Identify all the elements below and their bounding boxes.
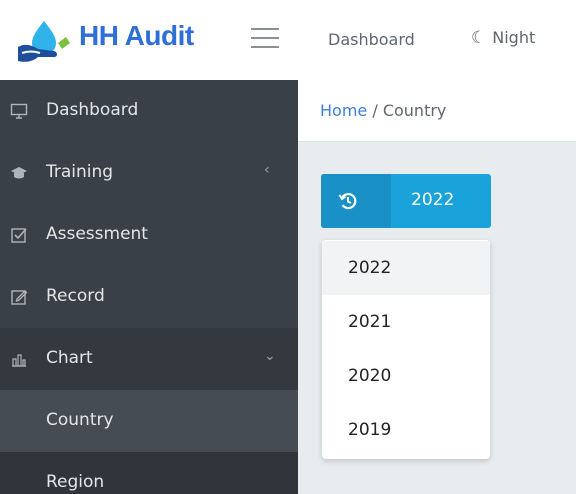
sidebar-item-label: Assessment — [46, 224, 148, 244]
sidebar-item-training[interactable]: Training ‹ — [0, 142, 298, 204]
year-option-label: 2021 — [348, 312, 392, 332]
breadcrumb-bar: Home / Country — [298, 80, 576, 142]
sidebar-item-dashboard[interactable]: Dashboard — [0, 80, 298, 142]
year-select-value: 2022 — [411, 190, 455, 210]
logo-icon — [18, 21, 70, 62]
breadcrumb: Home / Country — [320, 101, 446, 120]
sidebar-item-label: Training — [46, 162, 114, 182]
breadcrumb-current: Country — [382, 101, 447, 120]
history-icon — [338, 193, 357, 210]
history-icon-box — [321, 174, 391, 228]
year-option[interactable]: 2021 — [322, 295, 490, 349]
year-dropdown: 2022 2021 2020 2019 — [322, 240, 490, 459]
sidebar-item-assessment[interactable]: Assessment — [0, 204, 298, 266]
night-mode-toggle[interactable]: ☾ Night — [471, 28, 535, 48]
top-bar: HH Audit Dashboard ☾ Night — [0, 0, 576, 80]
night-label: Night — [492, 28, 536, 47]
sidebar-subitem-country[interactable]: Country — [0, 390, 298, 452]
graduation-cap-icon — [11, 167, 27, 179]
year-option[interactable]: 2019 — [322, 403, 490, 457]
sidebar: Dashboard Training ‹ Assessment Record C… — [0, 80, 298, 494]
sidebar-item-chart[interactable]: Chart ⌄ — [0, 328, 298, 390]
sidebar-subitem-label: Country — [46, 410, 114, 430]
chevron-down-icon: ⌄ — [264, 348, 276, 364]
year-option-label: 2022 — [348, 258, 392, 278]
sidebar-subitem-label: Region — [46, 472, 105, 492]
sidebar-item-label: Record — [46, 286, 105, 306]
topnav-dashboard-link[interactable]: Dashboard — [328, 30, 415, 49]
year-option[interactable]: 2022 — [322, 241, 490, 295]
brand-name: HH Audit — [79, 20, 194, 51]
breadcrumb-separator: / — [372, 101, 378, 120]
sidebar-subitem-region[interactable]: Region — [0, 452, 298, 494]
moon-icon: ☾ — [471, 28, 487, 48]
bar-chart-icon — [12, 354, 26, 367]
monitor-icon — [10, 103, 28, 119]
year-option-label: 2020 — [348, 366, 392, 386]
sidebar-item-label: Chart — [46, 348, 93, 368]
edit-icon — [11, 290, 28, 305]
breadcrumb-home-link[interactable]: Home — [320, 101, 367, 120]
sidebar-item-record[interactable]: Record — [0, 266, 298, 328]
sidebar-item-label: Dashboard — [46, 100, 139, 120]
year-option-label: 2019 — [348, 420, 392, 440]
chevron-left-icon: ‹ — [264, 162, 270, 178]
year-option[interactable]: 2020 — [322, 349, 490, 403]
year-select-button[interactable]: 2022 — [321, 174, 491, 228]
menu-toggle-icon[interactable] — [251, 28, 279, 48]
check-square-icon — [11, 228, 27, 243]
